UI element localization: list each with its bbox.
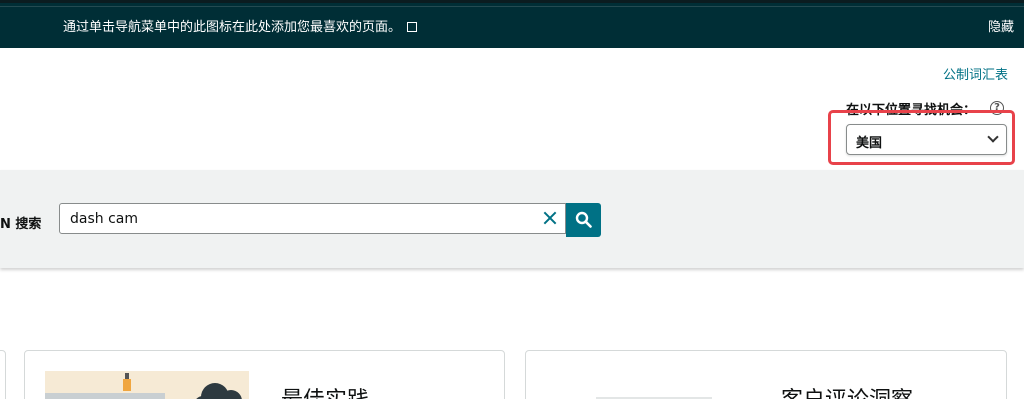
search-input-value: dash cam [70, 211, 138, 227]
notification-message: 通过单击导航菜单中的此图标在此处添加您最喜欢的页面。 [63, 20, 418, 36]
bookmark-icon [407, 22, 418, 32]
marketplace-select[interactable]: 美国 [846, 124, 1007, 155]
illustration-graphic [45, 373, 242, 399]
search-section: N 搜索 dash cam [0, 170, 1024, 268]
card-title: 客户评论洞察 [781, 387, 913, 399]
card-partial [0, 350, 6, 399]
notification-bar: 通过单击导航菜单中的此图标在此处添加您最喜欢的页面。 隐藏 [0, 0, 1024, 48]
search-label: N 搜索 [0, 217, 42, 232]
clear-icon[interactable] [542, 210, 558, 226]
topbar-divider [0, 6, 1024, 7]
card-title: 最佳实践 [281, 387, 369, 399]
card-customer-review-insights[interactable]: 客户评论洞察 [525, 350, 1007, 399]
chevron-down-icon [987, 131, 999, 143]
card-best-practices[interactable]: 最佳实践 [24, 350, 505, 399]
glossary-link[interactable]: 公制词汇表 [943, 64, 1008, 83]
search-button[interactable] [566, 203, 601, 237]
notification-text: 通过单击导航菜单中的此图标在此处添加您最喜欢的页面。 [63, 20, 402, 35]
hide-button[interactable]: 隐藏 [988, 20, 1014, 36]
search-input[interactable]: dash cam [59, 203, 566, 234]
search-icon [575, 211, 592, 228]
card-illustration [45, 371, 249, 399]
marketplace-selected-value: 美国 [856, 136, 883, 151]
